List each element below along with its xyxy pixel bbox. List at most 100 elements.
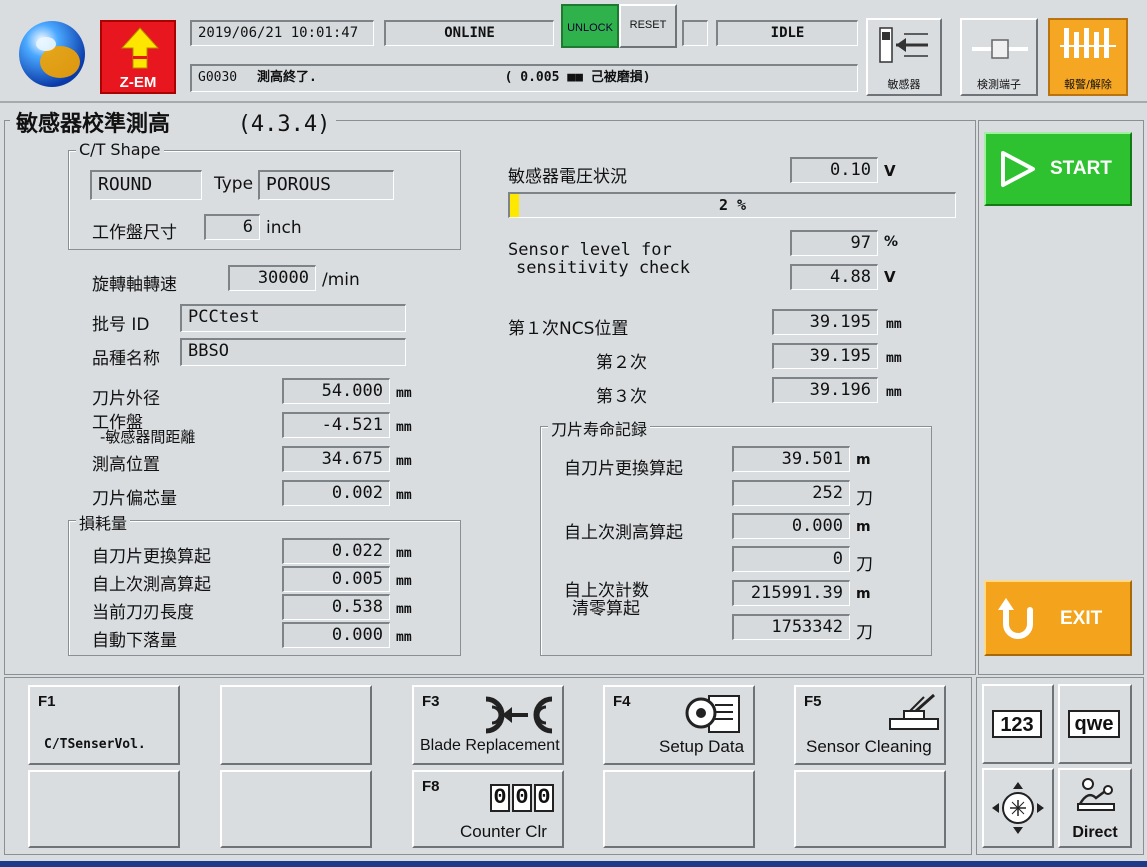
- blade-replace-icon: [485, 696, 553, 734]
- message-detail: ( 0.005 ■■ 己被磨損): [504, 70, 651, 85]
- f4-key: F4: [613, 693, 631, 710]
- alarm-button[interactable]: 報警/解除: [1048, 18, 1128, 96]
- reset-button[interactable]: RESET: [619, 4, 677, 48]
- play-icon: [1001, 151, 1035, 187]
- wear-row-field: 0.000: [282, 622, 390, 648]
- sens-volt-unit: V: [884, 268, 896, 286]
- life-measure-m-unit: m: [856, 519, 871, 535]
- measure-height-label: 測高位置: [92, 455, 160, 475]
- app-logo: [16, 18, 88, 90]
- sens-pct-unit: %: [884, 234, 899, 250]
- ct-type-field[interactable]: POROUS: [258, 170, 394, 200]
- counter-digit: 0: [534, 784, 554, 812]
- datetime-display: 2019/06/21 10:01:47: [190, 20, 374, 46]
- life-clear-cut-field: 1753342: [732, 614, 850, 640]
- life-measure-m-field: 0.000: [732, 513, 850, 539]
- return-icon: [998, 598, 1033, 639]
- ct-shape-title: C/T Shape: [76, 140, 164, 159]
- setup-data-icon: [685, 695, 740, 733]
- direct-icon: [1077, 778, 1115, 811]
- unlock-button[interactable]: UNLOCK: [561, 4, 619, 48]
- lot-id-label: 批号 ID: [92, 315, 150, 335]
- sens-check-label-2: sensitivity check: [516, 258, 690, 278]
- blade-ecc-unit: mm: [396, 488, 412, 503]
- ncs-third-unit: mm: [886, 385, 902, 400]
- device-name-label: 品種名称: [92, 349, 160, 369]
- ncs-third-label: 第３次: [596, 387, 647, 407]
- f2-button[interactable]: [220, 685, 372, 765]
- sensor-voltage-unit: V: [884, 162, 896, 180]
- counter-icon: 000: [490, 784, 554, 812]
- life-replace-m-field: 39.501: [732, 446, 850, 472]
- measure-height-unit: mm: [396, 454, 412, 469]
- table-size-label: 工作盤尺寸: [92, 223, 177, 243]
- f4-button[interactable]: F4 Setup Data: [603, 685, 755, 765]
- alarm-button-label: 報警/解除: [1064, 78, 1112, 91]
- table-size-field[interactable]: 6: [204, 214, 260, 240]
- ncs-first-field: 39.195: [772, 309, 878, 335]
- blade-ecc-field: 0.002: [282, 480, 390, 506]
- f1-label: C/TSenserVol.: [44, 737, 146, 752]
- page-title: 敏感器校準測高: [16, 112, 171, 137]
- ncs-first-unit: mm: [886, 317, 902, 332]
- sensor-button-label: 敏感器: [887, 78, 921, 91]
- f5-button[interactable]: F5 Sensor Cleaning: [794, 685, 946, 765]
- alpha-keyboard-button[interactable]: qwe: [1058, 684, 1132, 764]
- ct-shape-field[interactable]: ROUND: [90, 170, 202, 200]
- wear-row-unit: mm: [396, 574, 412, 589]
- probe-button[interactable]: 検測端子: [960, 18, 1038, 96]
- numeric-keypad-label: 123: [992, 710, 1042, 738]
- ncs-first-label: 第１次NCS位置: [508, 319, 629, 339]
- table-size-unit: inch: [266, 218, 302, 238]
- z-em-button[interactable]: Z-EM: [100, 20, 176, 94]
- f7-button[interactable]: [220, 770, 372, 848]
- f4-label: Setup Data: [659, 737, 745, 756]
- life-clear-label-2: 清零算起: [572, 599, 640, 619]
- message-code: G0030: [198, 70, 238, 85]
- machine-state: IDLE: [716, 20, 858, 46]
- sensor-icon: [879, 27, 928, 63]
- f3-button[interactable]: F3 Blade Replacement: [412, 685, 564, 765]
- sensor-level-bar: 2 %: [508, 192, 956, 218]
- f1-button[interactable]: F1 C/TSenserVol.: [28, 685, 180, 765]
- f8-button[interactable]: F8 000 Counter Clr: [412, 770, 564, 848]
- bottom-edge: [0, 861, 1147, 867]
- z-em-label: Z-EM: [119, 74, 157, 91]
- sensor-cleaning-icon: [889, 693, 939, 730]
- life-clear-cut-unit: 刀: [856, 623, 873, 643]
- f10-button[interactable]: [794, 770, 946, 848]
- direct-label: Direct: [1072, 824, 1118, 841]
- start-button[interactable]: START: [984, 132, 1132, 206]
- status-blank: [682, 20, 708, 46]
- life-measure-cut-unit: 刀: [856, 555, 873, 575]
- page-title-row: 敏感器校準測高 (4.3.4): [10, 106, 337, 138]
- wear-row-label: 自上次測高算起: [92, 575, 211, 595]
- f5-key: F5: [804, 693, 822, 710]
- exit-button[interactable]: EXIT: [984, 580, 1132, 656]
- sensor-level-text: 2 %: [718, 196, 747, 214]
- f8-key: F8: [422, 778, 440, 795]
- wear-title: 損耗量: [76, 510, 131, 534]
- ct-type-label: Type: [214, 174, 254, 194]
- f5-label: Sensor Cleaning: [806, 737, 932, 756]
- sensor-voltage-field: 0.10: [790, 157, 878, 183]
- sens-volt-field: 4.88: [790, 264, 878, 290]
- wear-row-field: 0.005: [282, 566, 390, 592]
- lot-id-field[interactable]: PCCtest: [180, 304, 406, 332]
- direct-button[interactable]: Direct: [1058, 768, 1132, 848]
- f1-key: F1: [38, 693, 56, 710]
- jog-button[interactable]: [982, 768, 1054, 848]
- f6-button[interactable]: [28, 770, 180, 848]
- counter-digit: 0: [512, 784, 532, 812]
- device-name-field[interactable]: BBSO: [180, 338, 406, 366]
- blade-ecc-label: 刀片偏芯量: [92, 489, 177, 509]
- wear-row-unit: mm: [396, 546, 412, 561]
- life-clear-m-unit: m: [856, 586, 871, 602]
- numeric-keypad-button[interactable]: 123: [982, 684, 1054, 764]
- f9-button[interactable]: [603, 770, 755, 848]
- blade-od-unit: mm: [396, 386, 412, 401]
- alpha-keyboard-label: qwe: [1068, 710, 1120, 738]
- ncs-second-label: 第２次: [596, 353, 647, 373]
- sensor-voltage-label: 敏感器電圧状況: [508, 167, 627, 187]
- sensor-button[interactable]: 敏感器: [866, 18, 942, 96]
